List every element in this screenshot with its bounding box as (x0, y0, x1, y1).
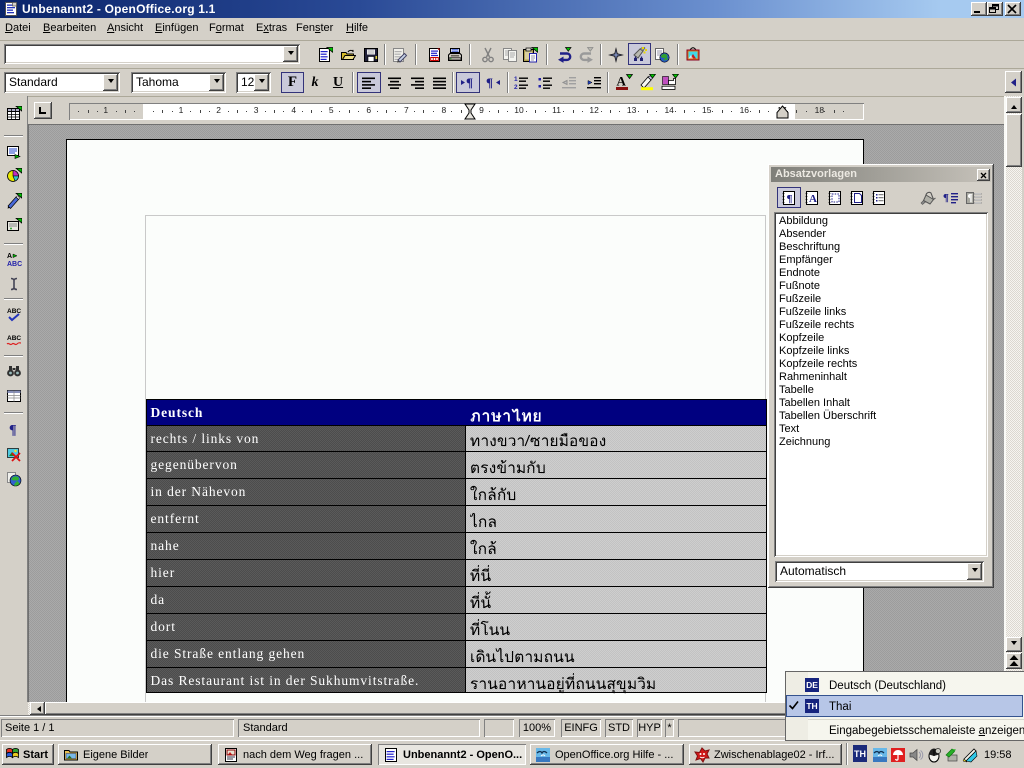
svg-text:A: A (616, 74, 626, 89)
svg-text:A: A (7, 253, 12, 260)
svg-text:2: 2 (514, 84, 518, 91)
svg-text:ABC: ABC (7, 261, 22, 267)
svg-text:A: A (809, 193, 817, 205)
svg-text:1: 1 (514, 76, 518, 83)
svg-text:¶: ¶ (466, 75, 473, 90)
svg-text:¶: ¶ (787, 193, 793, 205)
svg-text:¶: ¶ (486, 75, 493, 90)
svg-text:ABC: ABC (7, 335, 21, 342)
svg-text:¶: ¶ (9, 423, 17, 437)
svg-text:¶: ¶ (967, 193, 972, 204)
svg-text:ABC: ABC (7, 308, 21, 315)
svg-text:¶: ¶ (943, 192, 949, 204)
